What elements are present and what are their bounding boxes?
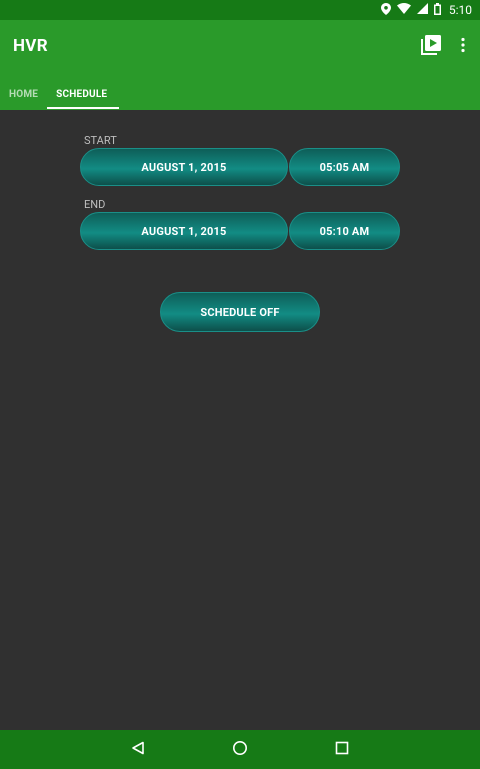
status-icons: 5:10 — [380, 2, 472, 18]
tab-schedule[interactable]: SCHEDULE — [47, 80, 120, 109]
back-icon — [131, 740, 145, 759]
tab-bar: HOME SCHEDULE — [0, 80, 120, 110]
navigation-bar — [0, 730, 480, 769]
tab-schedule-label: SCHEDULE — [56, 88, 108, 100]
status-time: 5:10 — [448, 3, 472, 17]
battery-icon — [433, 2, 441, 18]
overflow-menu-icon[interactable] — [460, 37, 466, 57]
schedule-panel: START AUGUST 1, 2015 05:05 AM END AUGUST… — [0, 110, 480, 730]
tab-active-indicator — [47, 107, 120, 109]
schedule-toggle-button[interactable]: SCHEDULE OFF — [160, 292, 320, 332]
status-bar: 5:10 — [0, 0, 480, 20]
start-time-button[interactable]: 05:05 AM — [289, 148, 400, 186]
app-title: HVR — [13, 36, 48, 56]
app-bar: HVR HOME SCHEDULE — [0, 20, 480, 110]
recents-button[interactable] — [318, 730, 366, 769]
wifi-icon — [396, 3, 411, 17]
home-icon — [232, 740, 248, 760]
recents-icon — [335, 740, 349, 759]
end-date-button[interactable]: AUGUST 1, 2015 — [80, 212, 288, 250]
home-button[interactable] — [216, 730, 264, 769]
start-date-button[interactable]: AUGUST 1, 2015 — [80, 148, 288, 186]
end-time-button[interactable]: 05:10 AM — [289, 212, 400, 250]
location-icon — [380, 2, 391, 18]
back-button[interactable] — [114, 730, 162, 769]
signal-icon — [416, 3, 428, 17]
tab-home[interactable]: HOME — [0, 80, 47, 108]
video-library-icon[interactable] — [420, 34, 442, 60]
end-label: END — [84, 198, 106, 211]
tab-home-label: HOME — [9, 88, 39, 100]
start-label: START — [84, 134, 117, 147]
app-actions — [420, 34, 466, 60]
